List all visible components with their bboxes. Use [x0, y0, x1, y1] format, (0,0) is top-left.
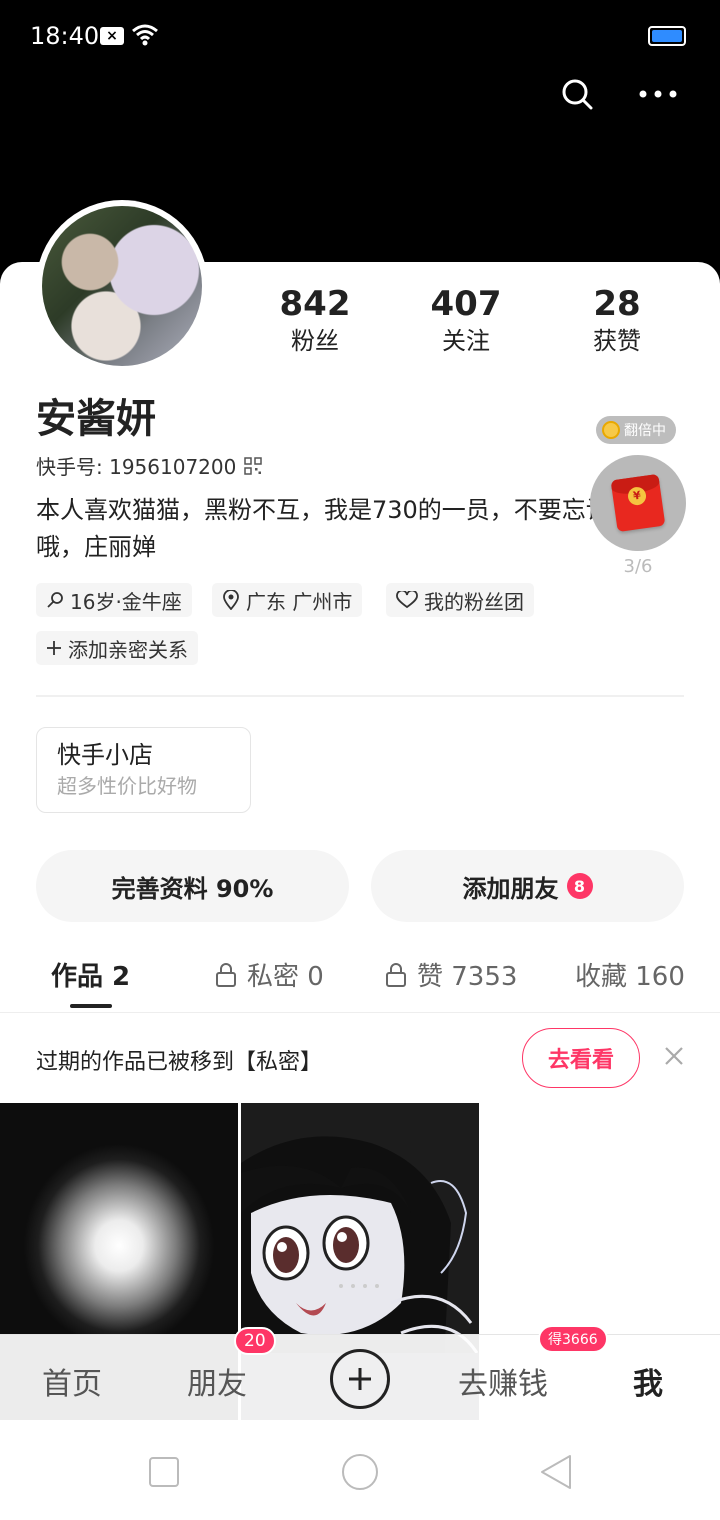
bio: 本人喜欢猫猫，黑粉不互，我是730的一员，不要忘记我哦，庄丽婵 [36, 496, 634, 561]
tag-age-sign-text: 16岁·金牛座 [70, 589, 182, 614]
add-friends-label: 添加朋友 [462, 874, 559, 903]
tab-private[interactable]: 私密 0 [215, 956, 324, 993]
notification-x-icon: × [100, 27, 124, 45]
tab-favorites[interactable]: 收藏 160 [575, 956, 685, 993]
avatar[interactable] [36, 200, 208, 372]
nav-me[interactable]: 我 [633, 1359, 663, 1403]
kuaishou-id-text: 快手号: 1956107200 [36, 455, 237, 479]
status-time: 18:40 [30, 22, 100, 50]
gender-icon [47, 592, 63, 608]
tab-works-label: 作品 2 [51, 962, 131, 992]
tab-private-label: 私密 0 [247, 962, 324, 992]
complete-profile-label: 完善资料 90% [111, 874, 274, 903]
likes-label: 获赞 [593, 327, 641, 355]
likes-count: 28 [593, 284, 641, 324]
tag-age-sign[interactable]: 16岁·金牛座 [36, 583, 192, 617]
battery-icon [648, 26, 686, 46]
tab-liked[interactable]: 赞 7353 [385, 956, 517, 993]
wifi-icon [132, 24, 158, 46]
tag-add-relation-text: 添加亲密关系 [68, 637, 188, 662]
plus-icon [349, 1368, 371, 1390]
kuaishou-shop-card[interactable]: 快手小店 超多性价比好物 [36, 727, 251, 813]
redpacket-button[interactable]: ¥ [590, 455, 686, 551]
location-icon [223, 590, 239, 610]
divider [36, 695, 684, 697]
tag-fan-club-text: 我的粉丝团 [424, 589, 524, 614]
tag-location-text: 广东 广州市 [246, 589, 353, 614]
recent-apps-icon[interactable] [148, 1456, 180, 1488]
nav-earn[interactable]: 去赚钱 [458, 1359, 548, 1403]
nav-home[interactable]: 首页 [42, 1359, 102, 1403]
back-icon[interactable] [538, 1453, 574, 1491]
complete-profile-button[interactable]: 完善资料 90% [36, 850, 349, 922]
stat-following[interactable]: 407 关注 [401, 282, 531, 356]
add-friends-badge: 8 [566, 873, 593, 899]
username: 安酱妍 [36, 396, 156, 442]
coin-icon [602, 421, 620, 439]
earn-badge: 得3666 [538, 1325, 608, 1353]
kuaishou-id[interactable]: 快手号: 1956107200 [36, 451, 263, 480]
add-friends-button[interactable]: 添加朋友 8 [371, 850, 684, 922]
create-button[interactable] [330, 1349, 390, 1409]
tab-favorites-label: 收藏 160 [575, 962, 685, 992]
tag-location[interactable]: 广东 广州市 [212, 583, 363, 617]
redpacket-badge[interactable]: 翻倍中 [596, 416, 676, 444]
status-bar: 18:40 × [0, 0, 720, 72]
active-tab-indicator [70, 1004, 112, 1008]
go-see-label: 去看看 [547, 1048, 614, 1073]
system-nav-bar [0, 1420, 720, 1520]
lock-icon [386, 962, 406, 987]
tab-liked-label: 赞 7353 [417, 962, 518, 992]
following-label: 关注 [442, 327, 490, 355]
avatar-image [42, 206, 202, 366]
heart-icon [396, 591, 418, 609]
qr-code-icon[interactable] [244, 456, 263, 475]
following-count: 407 [430, 284, 502, 324]
fans-label: 粉丝 [291, 327, 339, 355]
friends-badge: 20 [234, 1327, 276, 1355]
tag-add-relation[interactable]: 添加亲密关系 [36, 631, 198, 665]
notice-text: 过期的作品已被移到【私密】 [36, 1050, 323, 1075]
bottom-nav: 首页 朋友 20 去赚钱 得3666 我 [0, 1325, 720, 1420]
search-icon[interactable] [561, 78, 593, 110]
tag-fan-club[interactable]: 我的粉丝团 [386, 583, 534, 617]
red-envelope-icon: ¥ [610, 473, 666, 533]
redpacket-badge-text: 翻倍中 [624, 423, 666, 439]
lock-icon [216, 962, 236, 987]
more-icon[interactable] [638, 86, 678, 102]
tab-divider [0, 1012, 720, 1013]
stat-likes[interactable]: 28 获赞 [552, 282, 682, 356]
shop-subtitle: 超多性价比好物 [57, 774, 197, 798]
close-icon[interactable] [662, 1044, 686, 1068]
shop-title: 快手小店 [57, 741, 153, 769]
tab-works[interactable]: 作品 2 [51, 956, 130, 993]
fans-count: 842 [279, 284, 351, 324]
home-icon[interactable] [340, 1452, 380, 1492]
go-see-button[interactable]: 去看看 [522, 1028, 640, 1088]
plus-icon [47, 641, 61, 655]
stat-fans[interactable]: 842 粉丝 [250, 282, 380, 356]
nav-friends[interactable]: 朋友 [187, 1359, 247, 1403]
redpacket-progress: 3/6 [623, 556, 653, 577]
